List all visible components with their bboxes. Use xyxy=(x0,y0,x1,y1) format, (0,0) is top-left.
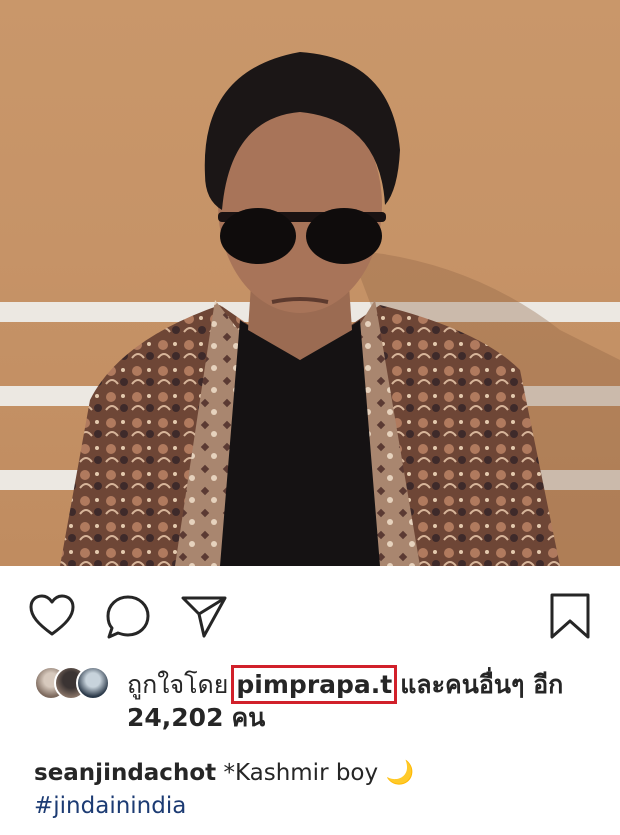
liker-avatars[interactable] xyxy=(34,666,118,702)
likes-suffix[interactable]: และคนอื่นๆ อีก xyxy=(400,670,563,699)
comment-icon[interactable] xyxy=(104,593,152,641)
post-action-bar xyxy=(0,566,620,656)
caption-text: *Kashmir boy xyxy=(223,760,379,786)
post-caption: seanjindachot *Kashmir boy 🌙 #jindainind… xyxy=(34,757,594,823)
bookmark-icon[interactable] xyxy=(548,592,592,640)
paper-plane-icon[interactable] xyxy=(180,594,228,638)
likes-prefix: ถูกใจโดย xyxy=(127,670,229,699)
likes-count-unit[interactable]: คน xyxy=(231,703,265,732)
portrait-illustration xyxy=(60,52,620,566)
likes-text: ถูกใจโดย pimprapa.t และคนอื่นๆ อีก 24,20… xyxy=(127,665,597,734)
post-photo[interactable] xyxy=(0,0,620,566)
likes-summary: ถูกใจโดย pimprapa.t และคนอื่นๆ อีก 24,20… xyxy=(0,660,620,736)
likes-count[interactable]: 24,202 xyxy=(127,703,223,732)
moon-emoji: 🌙 xyxy=(385,760,415,786)
hashtag-link[interactable]: #jindainindia xyxy=(34,793,186,819)
avatar xyxy=(76,666,110,700)
caption-username-link[interactable]: seanjindachot xyxy=(34,760,216,786)
heart-icon[interactable] xyxy=(28,594,76,638)
liker-username-link[interactable]: pimprapa.t xyxy=(231,665,398,704)
